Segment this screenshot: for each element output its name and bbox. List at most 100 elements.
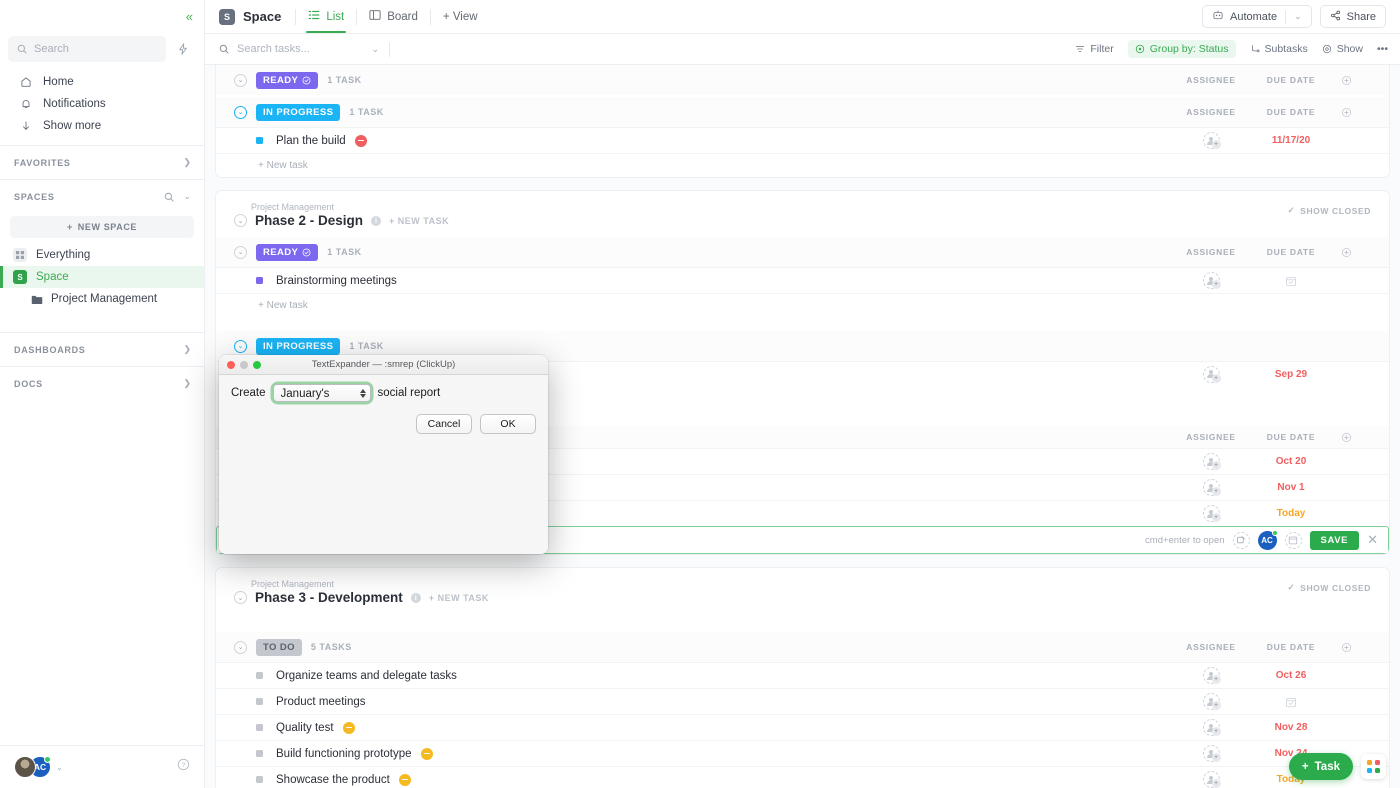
task-name[interactable]: Quality test [276,722,334,734]
search-input[interactable]: Search [8,36,166,62]
chevron-right-icon[interactable]: ❯ [183,378,191,389]
table-row[interactable]: Build functioning prototype + Nov 24 [216,740,1389,766]
chevron-right-icon[interactable]: ❯ [183,157,191,168]
table-row[interactable]: Quality test + Nov 28 [216,714,1389,740]
add-column-button[interactable] [1331,75,1361,86]
due-date-cell[interactable] [1251,275,1331,287]
task-name[interactable]: Plan the build [276,135,346,147]
group-header-to-do[interactable]: ⌄ TO DO 5 TASKS ASSIGNEE DUE DATE [216,632,1389,662]
table-row[interactable]: Brainstorming meetings + [216,267,1389,293]
add-assignee-icon[interactable]: + [1203,479,1220,496]
chevron-down-icon[interactable]: ⌄ [234,340,247,353]
minimize-window-icon[interactable] [240,361,248,369]
sidebar-section-favorites[interactable]: FAVORITES ❯ [0,145,204,179]
status-badge[interactable]: READY [256,72,318,89]
show-closed-button[interactable]: ✓ SHOW CLOSED [1287,205,1371,216]
chevron-down-icon[interactable]: ⌄ [234,106,247,119]
assignee-cell[interactable]: + [1171,693,1251,710]
tab-list[interactable]: List [296,0,356,33]
new-task-link[interactable]: + NEW TASK [389,216,449,226]
group-by-button[interactable]: Group by: Status [1128,40,1236,58]
chevron-down-icon[interactable]: ⌄ [234,641,247,654]
close-icon[interactable]: ✕ [1367,532,1378,548]
group-header-ready[interactable]: ⌄ READY 1 TASK ASSIGNEE DUE DATE [216,237,1389,267]
chevron-down-icon[interactable]: ⌄ [56,763,63,772]
sidebar-item-show-more[interactable]: Show more [0,115,204,137]
assignee-cell[interactable]: + [1171,505,1251,522]
due-date-cell[interactable]: Nov 1 [1251,482,1331,493]
add-assignee-icon[interactable]: + [1203,505,1220,522]
assignee-cell[interactable]: + [1171,719,1251,736]
table-row[interactable]: Plan the build + 11/17/20 [216,127,1389,153]
due-date-cell[interactable]: Sep 29 [1251,369,1331,380]
chevron-down-icon[interactable]: ⌄ [234,246,247,259]
list-title[interactable]: Phase 3 - Development [255,590,403,605]
assignee-cell[interactable]: + [1171,771,1251,788]
chevron-down-icon[interactable]: ⌄ [183,191,191,202]
assignee-cell[interactable]: + [1171,479,1251,496]
add-column-button[interactable] [1331,247,1361,258]
chevron-right-icon[interactable]: ❯ [183,344,191,355]
assignee-cell[interactable]: + [1171,132,1251,149]
more-options-button[interactable]: ••• [1377,43,1388,55]
chevron-down-icon[interactable]: ⌄ [234,214,247,227]
new-task-fab[interactable]: + Task [1289,753,1353,780]
due-date-cell[interactable]: 11/17/20 [1251,135,1331,146]
info-icon[interactable]: i [371,216,381,226]
add-column-button[interactable] [1331,107,1361,118]
priority-normal-icon[interactable] [421,748,433,760]
task-name[interactable]: Product meetings [276,696,366,708]
task-name[interactable]: Build functioning prototype [276,748,412,760]
group-header-ready[interactable]: ⌄ READY 1 TASK ASSIGNEE DUE DATE [216,65,1389,95]
add-column-button[interactable] [1331,432,1361,443]
help-icon[interactable]: ? [177,758,190,776]
filter-button[interactable]: Filter [1075,43,1113,55]
chevron-down-icon[interactable]: ⌄ [234,74,247,87]
show-button[interactable]: Show [1322,43,1363,55]
share-button[interactable]: Share [1320,5,1386,28]
add-assignee-icon[interactable]: + [1203,667,1220,684]
due-date-cell[interactable] [1251,696,1331,708]
priority-normal-icon[interactable] [399,774,411,786]
chevron-down-icon[interactable]: ⌄ [371,44,379,55]
priority-normal-icon[interactable] [343,722,355,734]
new-space-button[interactable]: + NEW SPACE [10,216,194,238]
table-row[interactable]: Showcase the product + Today [216,766,1389,788]
sidebar-section-docs[interactable]: DOCS ❯ [0,366,204,400]
task-name[interactable]: Organize teams and delegate tasks [276,670,457,682]
collapse-sidebar-icon[interactable]: « [186,10,192,23]
sidebar-item-notifications[interactable]: Notifications [0,93,204,115]
new-task-button[interactable]: + New task [216,153,1389,177]
tab-board[interactable]: Board [357,0,430,33]
add-assignee-icon[interactable]: + [1203,719,1220,736]
zoom-window-icon[interactable] [253,361,261,369]
subtasks-button[interactable]: Subtasks [1250,43,1308,55]
due-date-icon[interactable] [1285,532,1302,549]
ok-button[interactable]: OK [480,414,536,434]
cancel-button[interactable]: Cancel [416,414,472,434]
add-assignee-icon[interactable]: + [1203,693,1220,710]
avatar-group[interactable]: AC ⌄ [14,756,63,778]
close-window-icon[interactable] [227,361,235,369]
task-name[interactable]: Brainstorming meetings [276,275,397,287]
assignee-cell[interactable]: + [1171,745,1251,762]
month-select-wrapper[interactable]: January'sFebruary'sMarch'sApril'sMay'sJu… [273,384,371,402]
assignee-cell[interactable]: + [1171,366,1251,383]
save-button[interactable]: SAVE [1310,531,1360,550]
chevron-down-icon[interactable]: ⌄ [234,591,247,604]
due-date-cell[interactable]: Nov 28 [1251,722,1331,733]
lightning-icon[interactable] [172,38,194,60]
task-name[interactable]: Showcase the product [276,774,390,786]
due-date-cell[interactable]: Today [1251,508,1331,519]
group-header-in-progress[interactable]: ⌄ IN PROGRESS 1 TASK ASSIGNEE DUE DATE [216,97,1389,127]
apps-grid-button[interactable] [1361,754,1386,779]
add-assignee-icon[interactable]: + [1203,132,1220,149]
show-closed-button[interactable]: ✓ SHOW CLOSED [1287,582,1371,593]
sidebar-item-home[interactable]: Home [0,71,204,93]
textexpander-dialog[interactable]: TextExpander — :smrep (ClickUp) Create J… [219,355,548,554]
list-title[interactable]: Phase 2 - Design [255,213,363,228]
search-spaces-icon[interactable] [164,192,174,202]
add-assignee-icon[interactable]: + [1203,771,1220,788]
add-column-button[interactable] [1331,642,1361,653]
table-row[interactable]: Organize teams and delegate tasks + Oct … [216,662,1389,688]
